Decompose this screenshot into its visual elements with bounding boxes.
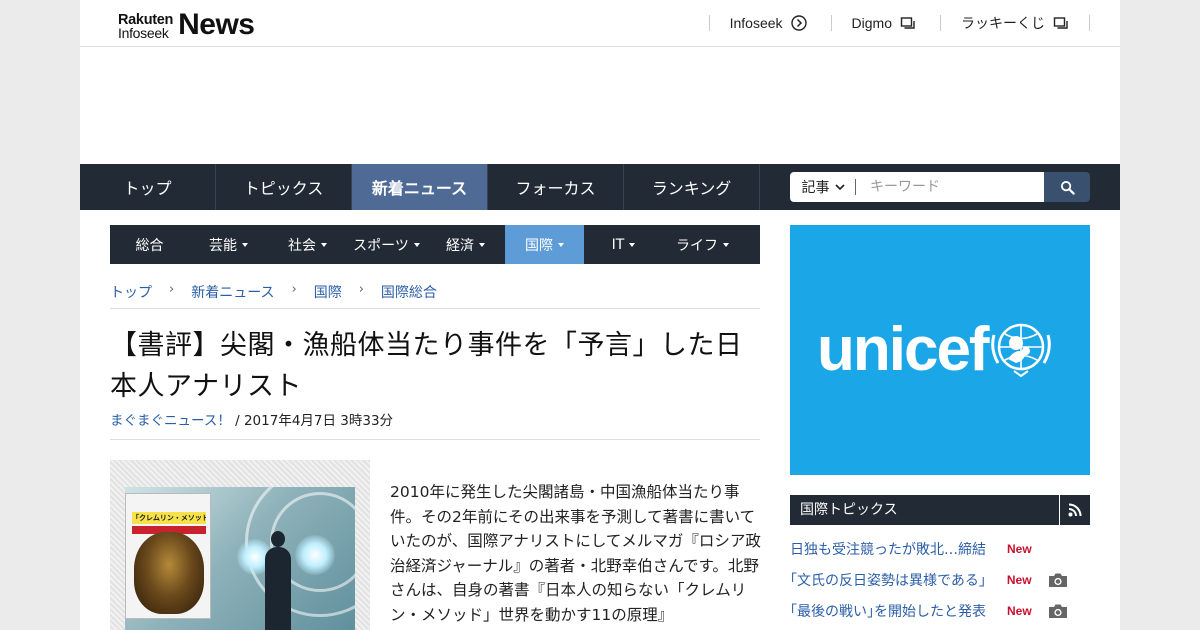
category-label: 経済 <box>446 237 474 254</box>
breadcrumb: トップ › 新着ニュース › 国際 › 国際総合 <box>110 282 760 309</box>
chevron-down-icon <box>834 184 845 191</box>
unicef-logo-text: unicef <box>817 315 990 384</box>
article-source-link[interactable]: まぐまぐニュース！ <box>110 413 231 429</box>
person-silhouette <box>265 547 291 630</box>
logo-bottom-text: Infoseek <box>118 25 169 41</box>
caret-down-icon <box>242 242 248 247</box>
article-image[interactable]: 「クレムリン・メソッド」 <box>110 460 370 630</box>
search-icon <box>1060 180 1075 195</box>
category-label: 国際 <box>525 237 553 254</box>
breadcrumb-top[interactable]: トップ <box>110 282 152 302</box>
new-badge: New <box>1007 541 1032 556</box>
caret-down-icon <box>479 242 485 247</box>
camera-icon <box>1048 573 1067 587</box>
glow-graphic <box>295 535 335 575</box>
header-link-infoseek[interactable]: Infoseek <box>708 15 831 31</box>
site-header: Rakuten Infoseek News Infoseek Digmo ラッキ… <box>80 0 1120 47</box>
topic-item[interactable]: 日独も受注競ったが敗北…締結 New <box>790 533 1090 564</box>
category-nav-it[interactable]: IT <box>584 225 663 264</box>
category-nav-economy[interactable]: 経済 <box>426 225 505 264</box>
ad-banner-space <box>80 47 1120 164</box>
topic-link[interactable]: ｢文氏の反日姿勢は異様である｣ <box>790 570 986 590</box>
main-nav-top[interactable]: トップ <box>80 164 216 210</box>
topics-title: 国際トピックス <box>790 495 1060 525</box>
search-bar: 記事 <box>790 172 1090 202</box>
arrow-circle-icon <box>790 15 807 31</box>
main-nav: トップ トピックス 新着ニュース フォーカス ランキング 記事 <box>80 164 1120 210</box>
article-date: / 2017年4月7日 3時33分 <box>235 413 394 429</box>
caret-down-icon <box>413 242 420 247</box>
topic-item[interactable]: ｢最後の戦い｣を開始したと発表 New <box>790 595 1090 626</box>
external-window-icon <box>900 17 915 29</box>
category-label: ライフ <box>676 237 718 254</box>
category-label: 総合 <box>135 237 164 254</box>
breadcrumb-international-general[interactable]: 国際総合 <box>381 282 437 302</box>
external-window-icon <box>1053 17 1068 29</box>
chevron-right-icon: › <box>358 282 364 297</box>
main-nav-ranking[interactable]: ランキング <box>624 164 760 210</box>
main-nav-focus[interactable]: フォーカス <box>488 164 624 210</box>
category-label: 社会 <box>288 237 316 254</box>
category-nav-sports[interactable]: スポーツ <box>347 225 426 264</box>
header-link-label: Digmo <box>851 15 892 31</box>
caret-down-icon <box>321 242 327 247</box>
article-title: 【書評】尖閣・漁船体当たり事件を「予言」した日本人アナリスト <box>110 330 743 402</box>
category-label: 芸能 <box>209 237 237 254</box>
search-input[interactable] <box>856 172 1044 202</box>
header-link-label: Infoseek <box>729 15 783 31</box>
logo-rakuten-infoseek: Rakuten Infoseek <box>118 13 173 41</box>
unicef-emblem-icon <box>991 323 1051 377</box>
new-badge: New <box>1006 572 1032 587</box>
header-link-lucky-kuji[interactable]: ラッキーくじ <box>940 15 1090 31</box>
category-label: IT <box>611 236 625 253</box>
article-image-scene: 「クレムリン・メソッド」 <box>125 487 355 630</box>
search-category-label: 記事 <box>801 180 830 196</box>
breadcrumb-international[interactable]: 国際 <box>314 282 342 302</box>
category-nav-international[interactable]: 国際 <box>505 225 584 264</box>
topic-item[interactable]: ｢文氏の反日姿勢は異様である｣ New <box>790 564 1090 595</box>
topic-link[interactable]: 日独も受注競ったが敗北…締結 <box>790 539 986 559</box>
page: Rakuten Infoseek News Infoseek Digmo ラッキ… <box>80 0 1120 630</box>
header-link-digmo[interactable]: Digmo <box>830 15 940 31</box>
category-label: スポーツ <box>353 237 409 254</box>
category-nav-general[interactable]: 総合 <box>110 225 189 264</box>
site-logo[interactable]: Rakuten Infoseek News <box>118 8 255 41</box>
new-badge: New <box>1007 603 1032 618</box>
chevron-right-icon: › <box>291 282 297 297</box>
main-nav-topics[interactable]: トピックス <box>216 164 352 210</box>
category-nav-life[interactable]: ライフ <box>663 225 742 264</box>
book-cover-face <box>134 532 204 614</box>
chevron-right-icon: › <box>169 282 175 297</box>
header-links: Infoseek Digmo ラッキーくじ <box>708 0 1090 46</box>
person-silhouette <box>271 531 285 547</box>
search-category-select[interactable]: 記事 <box>790 172 856 202</box>
book-cover: 「クレムリン・メソッド」 <box>125 493 211 619</box>
topic-link[interactable]: ｢最後の戦い｣を開始したと発表 <box>790 601 986 621</box>
book-cover-title: 「クレムリン・メソッド」 <box>132 512 206 524</box>
article-meta: まぐまぐニュース！ / 2017年4月7日 3時33分 <box>110 409 760 440</box>
caret-down-icon <box>629 242 636 247</box>
category-nav-entertainment[interactable]: 芸能 <box>189 225 268 264</box>
article-body: 2010年に発生した尖閣諸島・中国漁船体当たり事件。その2年前にその出来事を予測… <box>390 483 761 624</box>
caret-down-icon <box>558 242 564 247</box>
header-link-label: ラッキーくじ <box>961 15 1045 31</box>
topics-header: 国際トピックス <box>790 495 1090 525</box>
search-button[interactable] <box>1044 172 1090 202</box>
logo-news-text: News <box>178 8 255 41</box>
main-nav-new-news[interactable]: 新着ニュース <box>352 164 488 210</box>
topics-list: 日独も受注競ったが敗北…締結 New ｢文氏の反日姿勢は異様である｣ New ｢… <box>790 533 1090 626</box>
category-nav: 総合 芸能 社会 スポーツ 経済 国際 IT ライフ <box>110 225 760 264</box>
unicef-ad[interactable]: unicef <box>790 225 1090 475</box>
caret-down-icon <box>723 242 729 247</box>
rss-icon <box>1068 503 1082 517</box>
camera-icon <box>1048 604 1067 618</box>
breadcrumb-new-news[interactable]: 新着ニュース <box>191 282 274 302</box>
category-nav-society[interactable]: 社会 <box>268 225 347 264</box>
rss-button[interactable] <box>1060 495 1090 525</box>
